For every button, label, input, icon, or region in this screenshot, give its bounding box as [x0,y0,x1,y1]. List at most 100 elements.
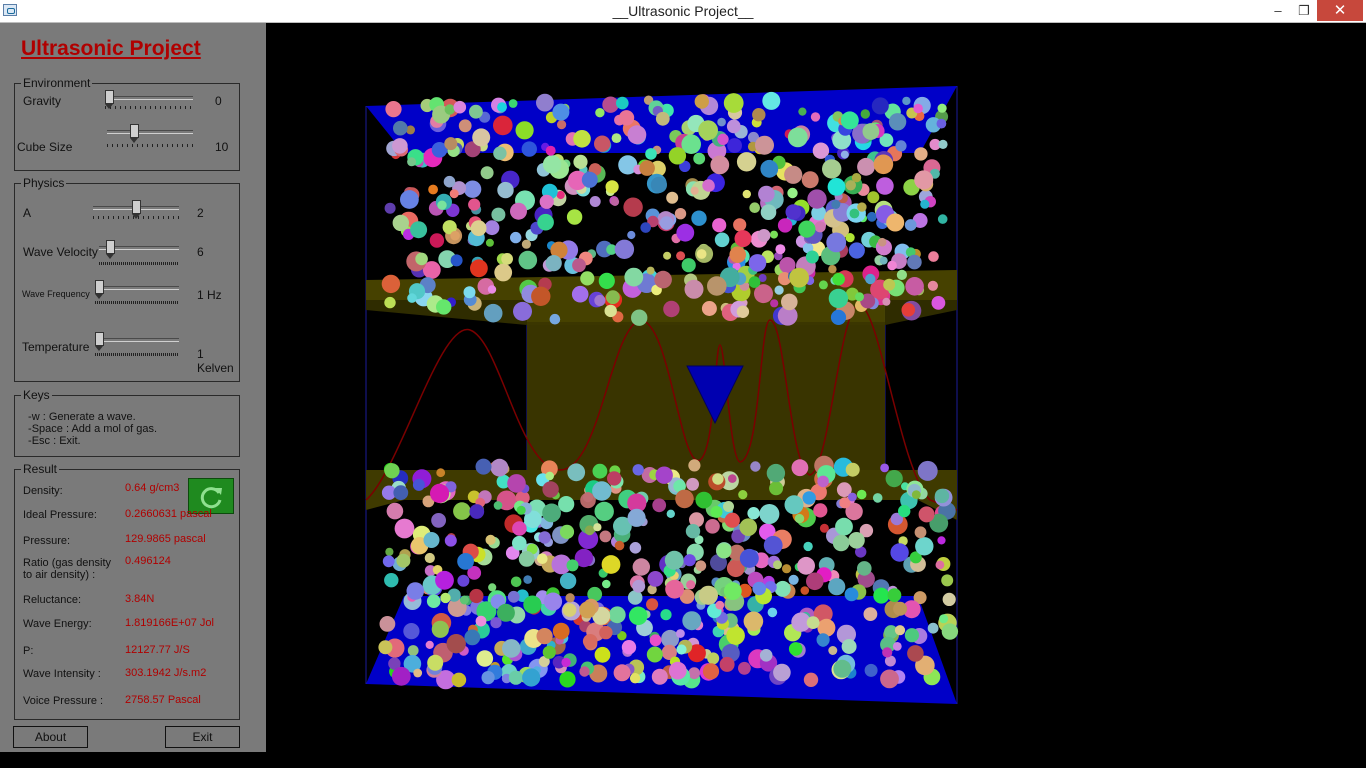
gas-particle [507,474,526,493]
gas-particle [747,507,760,520]
gas-particle [627,125,647,145]
a-slider[interactable] [93,200,179,226]
gas-particle [893,601,908,616]
gas-particle [864,663,878,677]
temperature-slider[interactable] [95,332,179,358]
gas-particle [684,279,704,299]
gas-particle [580,271,595,286]
gas-particle [542,503,561,523]
gas-particle [872,493,883,503]
gas-particle [840,111,859,130]
a-value: 2 [197,206,204,220]
gas-particle [542,481,559,498]
gas-particle [914,170,934,190]
gas-particle [378,640,393,655]
gas-particle [698,585,719,605]
gas-particle [931,296,946,310]
gas-particle [723,93,744,113]
gas-particle [789,267,809,288]
keys-group: Keys -w : Generate a wave. -Space : Add … [14,388,240,457]
gravity-slider-thumb[interactable] [105,90,114,109]
gas-particle [614,540,625,551]
gas-particle [738,661,751,675]
gas-particle [639,160,655,176]
gas-particle [867,211,877,222]
cube-size-slider[interactable] [107,124,193,150]
gas-particle [652,498,667,513]
wave-velocity-slider[interactable] [99,240,179,266]
gas-particle [883,278,896,291]
close-button[interactable]: ✕ [1317,0,1363,21]
gas-particle [494,263,513,282]
gas-particle [794,513,805,524]
gas-particle [501,253,513,265]
gas-particle [457,574,470,587]
gas-particle [705,519,720,534]
gas-particle [871,97,889,115]
gas-particle [382,555,395,568]
temperature-slider-thumb[interactable] [95,332,104,351]
a-slider-thumb[interactable] [132,200,141,219]
gas-particle [423,532,440,548]
gas-particle [515,121,534,140]
gas-particle [728,474,737,483]
wave-velocity-slider-thumb[interactable] [106,240,115,259]
gas-particle [892,642,902,651]
gas-particle [562,603,577,617]
gas-particle [695,560,707,572]
gas-particle [934,488,950,504]
gas-particle [666,509,675,518]
gas-particle [676,629,685,638]
gas-particle [589,196,601,207]
gas-particle [458,119,472,133]
gas-particle [485,534,496,546]
gas-particle [385,547,394,556]
wave-energy-value: 1.819166E+07 Jol [125,617,214,629]
gas-particle [407,293,417,303]
app-title: Ultrasonic Project [21,37,201,60]
wave-frequency-value: 1 Hz [197,288,222,302]
gas-particle [579,601,596,619]
gas-particle [676,251,686,261]
gravity-slider[interactable] [105,90,193,116]
gas-particle [523,595,542,614]
about-button[interactable]: About [13,726,88,748]
gas-particle [760,159,779,178]
gas-particle [905,277,924,296]
gas-particle [710,505,723,518]
physics-group: Physics A 2 Wave Velocity 6 Wave Frequen… [14,176,240,382]
gas-particle [518,250,538,270]
cube-size-slider-thumb[interactable] [130,124,139,143]
gas-particle [522,668,541,687]
exit-button[interactable]: Exit [165,726,240,748]
minimize-button[interactable]: – [1265,0,1291,21]
wave-frequency-slider[interactable] [95,280,179,306]
gas-particle [604,304,617,318]
gas-particle [690,186,699,195]
gas-particle [632,558,650,576]
gas-particle [484,220,500,236]
gas-particle [759,649,773,662]
gas-particle [629,542,642,554]
gas-particle [545,255,562,272]
gas-particle [542,645,556,659]
restore-button[interactable]: ❐ [1291,0,1317,21]
gas-particle [663,300,680,318]
gas-particle [650,176,668,193]
gas-particle [726,626,745,645]
control-panel: Ultrasonic Project Environment Gravity 0… [0,23,266,752]
gas-particle [845,233,855,243]
gas-particle [469,104,483,119]
gas-particle [453,100,467,114]
gas-particle [688,667,701,680]
wave-energy-label: Wave Energy: [23,618,92,630]
gas-particle [427,654,444,671]
gas-particle [592,481,612,501]
gas-particle [668,661,687,680]
gas-particle [549,313,561,325]
gas-particle [915,537,934,556]
simulation-viewport[interactable] [268,23,1366,752]
gas-particle [695,491,713,509]
gas-particle [927,280,939,291]
wave-frequency-slider-thumb[interactable] [95,280,104,299]
